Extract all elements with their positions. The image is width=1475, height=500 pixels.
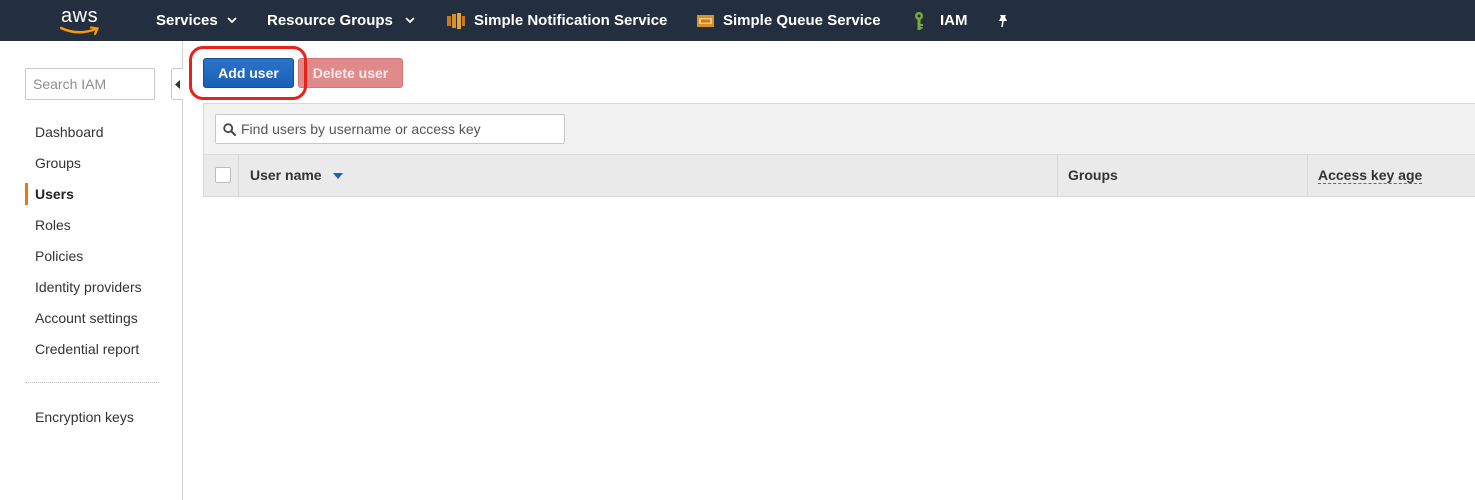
iam-key-icon	[915, 11, 923, 30]
top-navigation-bar: aws Services Resource Groups Simple Noti…	[0, 0, 1475, 41]
sqs-icon	[697, 14, 714, 27]
services-label: Services	[156, 12, 218, 29]
sidebar-item-credential-report[interactable]: Credential report	[35, 341, 139, 357]
pinned-sqs-shortcut[interactable]: Simple Queue Service	[696, 0, 881, 41]
column-header-groups[interactable]: Groups	[1068, 155, 1118, 196]
access-key-age-header-label: Access key age	[1318, 167, 1423, 184]
add-user-button[interactable]: Add user	[203, 58, 294, 88]
sidebar-item-roles[interactable]: Roles	[35, 217, 71, 233]
caret-left-icon	[175, 80, 180, 89]
active-indicator	[25, 183, 28, 205]
iam-label: IAM	[940, 12, 968, 29]
aws-logo[interactable]: aws	[57, 5, 107, 36]
select-all-checkbox[interactable]	[215, 167, 231, 183]
groups-header-label: Groups	[1068, 167, 1118, 183]
search-iam-input[interactable]	[25, 68, 155, 100]
resource-groups-menu[interactable]: Resource Groups	[267, 0, 415, 41]
services-menu[interactable]: Services	[156, 0, 237, 41]
delete-user-button[interactable]: Delete user	[298, 58, 403, 88]
pinned-sns-shortcut[interactable]: Simple Notification Service	[446, 0, 667, 41]
column-header-access-key-age[interactable]: Access key age	[1318, 155, 1423, 196]
pin-shortcut-button[interactable]	[996, 0, 1010, 41]
search-icon	[223, 123, 236, 136]
sidebar-divider	[25, 382, 159, 383]
sidebar-item-policies[interactable]: Policies	[35, 248, 83, 264]
chevron-down-icon	[405, 17, 415, 24]
resource-groups-label: Resource Groups	[267, 12, 393, 29]
column-separator	[1057, 155, 1058, 196]
sidebar-item-account-settings[interactable]: Account settings	[35, 310, 138, 326]
column-separator	[1307, 155, 1308, 196]
pinned-iam-shortcut[interactable]: IAM	[912, 0, 968, 41]
sort-desc-icon	[333, 173, 344, 180]
users-filter-bar	[203, 103, 1475, 155]
aws-smile-icon	[60, 26, 100, 36]
sns-label: Simple Notification Service	[474, 12, 668, 29]
find-users-input[interactable]	[241, 115, 561, 143]
select-all-cell	[204, 155, 239, 196]
find-users-field[interactable]	[215, 114, 565, 144]
sqs-label: Simple Queue Service	[723, 12, 881, 29]
chevron-down-icon	[227, 17, 237, 24]
pin-icon	[999, 14, 1007, 27]
sns-icon	[447, 12, 465, 29]
iam-sidebar: Dashboard Groups Users Roles Policies Id…	[0, 41, 183, 500]
sidebar-item-encryption-keys[interactable]: Encryption keys	[35, 409, 134, 425]
users-table-header: User name Groups Access key age	[203, 155, 1475, 197]
aws-logo-text: aws	[61, 5, 99, 27]
sidebar-item-groups[interactable]: Groups	[35, 155, 81, 171]
column-header-user-name[interactable]: User name	[250, 155, 344, 196]
sidebar-item-identity-providers[interactable]: Identity providers	[35, 279, 142, 295]
sidebar-collapse-toggle[interactable]	[171, 68, 183, 100]
user-name-header-label: User name	[250, 167, 322, 183]
sidebar-item-users[interactable]: Users	[35, 186, 74, 202]
sidebar-item-dashboard[interactable]: Dashboard	[35, 124, 104, 140]
